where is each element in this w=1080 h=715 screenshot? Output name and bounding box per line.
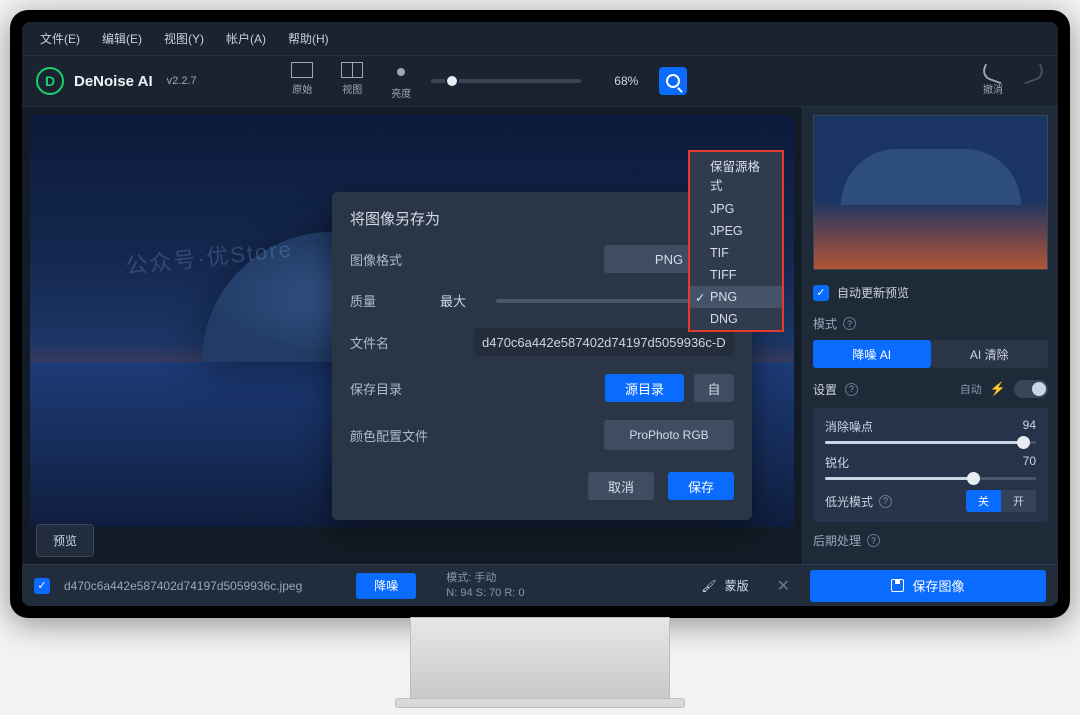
settings-section-label: 设置 bbox=[813, 381, 837, 398]
app-title: DeNoise AI bbox=[74, 73, 153, 90]
menu-file[interactable]: 文件(E) bbox=[40, 30, 80, 47]
viewmode-split[interactable]: 视图 bbox=[341, 62, 363, 100]
undo-button[interactable]: 撤消 bbox=[982, 67, 1004, 96]
preview-button[interactable]: 预览 bbox=[36, 524, 94, 557]
remove-noise-label: 消除噪点 bbox=[825, 418, 873, 435]
format-option-png[interactable]: PNG bbox=[690, 286, 782, 308]
help-icon[interactable]: ? bbox=[845, 383, 858, 396]
custom-dir-button[interactable]: 自 bbox=[694, 374, 734, 402]
sharpen-value: 70 bbox=[1023, 454, 1036, 471]
brush-icon: 🖌 bbox=[701, 579, 716, 593]
color-profile-label: 颜色配置文件 bbox=[350, 426, 440, 445]
lowlight-label: 低光模式 bbox=[825, 493, 873, 510]
save-icon bbox=[891, 579, 904, 592]
source-dir-button[interactable]: 源目录 bbox=[605, 374, 684, 402]
redo-arrow-icon bbox=[1020, 63, 1045, 84]
view-mode-group: 原始 视图 亮度 bbox=[291, 62, 411, 100]
bottom-bar: ✓ d470c6a442e587402d74197d5059936c.jpeg … bbox=[22, 564, 1058, 606]
format-option-jpg[interactable]: JPG bbox=[690, 198, 782, 220]
color-profile-dropdown[interactable]: ProPhoto RGB bbox=[604, 420, 734, 450]
redo-button[interactable] bbox=[1022, 67, 1044, 96]
mode-section-label: 模式 bbox=[813, 315, 837, 332]
queue-meta: 模式: 手动 N: 94 S: 70 R: 0 bbox=[446, 571, 524, 600]
quality-value-label: 最大 bbox=[440, 291, 488, 310]
menu-edit[interactable]: 编辑(E) bbox=[102, 30, 142, 47]
tab-ai-clear[interactable]: AI 清除 bbox=[931, 340, 1049, 368]
viewmode-original[interactable]: 原始 bbox=[291, 62, 313, 100]
mask-button[interactable]: 🖌 蒙版 bbox=[701, 577, 748, 594]
viewmode-brightness[interactable]: 亮度 bbox=[391, 62, 411, 100]
remove-noise-knob[interactable] bbox=[1017, 436, 1030, 449]
sun-icon bbox=[391, 62, 411, 82]
help-icon[interactable]: ? bbox=[879, 495, 892, 508]
top-toolbar: D DeNoise AI v2.2.7 原始 视图 亮度 68% 撤消 bbox=[22, 55, 1058, 107]
close-queue-item-icon[interactable]: ✕ bbox=[777, 576, 790, 596]
format-label: 图像格式 bbox=[350, 250, 440, 269]
format-option-tiff[interactable]: TIFF bbox=[690, 264, 782, 286]
queue-filename: d470c6a442e587402d74197d5059936c.jpeg bbox=[64, 579, 302, 593]
zoom-percent: 68% bbox=[599, 74, 653, 88]
help-icon[interactable]: ? bbox=[843, 317, 856, 330]
split-icon bbox=[341, 62, 363, 78]
filename-label: 文件名 bbox=[350, 333, 440, 352]
lowlight-off[interactable]: 关 bbox=[966, 490, 1001, 512]
bolt-icon: ⚡ bbox=[990, 381, 1006, 397]
menu-bar: 文件(E) 编辑(E) 视图(Y) 帐户(A) 帮助(H) bbox=[22, 22, 1058, 55]
remove-noise-value: 94 bbox=[1023, 418, 1036, 435]
tab-denoise-ai[interactable]: 降噪 AI bbox=[813, 340, 931, 368]
image-canvas[interactable]: 公众号·优Store 预览 将图像另存为 图像格式 PNG 质量 最大 bbox=[22, 107, 802, 567]
app-logo-icon: D bbox=[36, 67, 64, 95]
sharpen-slider[interactable] bbox=[825, 477, 1036, 480]
cancel-button[interactable]: 取消 bbox=[588, 472, 654, 500]
app-brand: D DeNoise AI v2.2.7 bbox=[36, 67, 197, 95]
format-option-jpeg[interactable]: JPEG bbox=[690, 220, 782, 242]
format-dropdown-list[interactable]: 保留源格式JPGJPEGTIFTIFFPNGDNG bbox=[688, 150, 784, 332]
format-option-保留源格式[interactable]: 保留源格式 bbox=[690, 152, 782, 198]
auto-update-label: 自动更新预览 bbox=[837, 284, 909, 301]
menu-account[interactable]: 帐户(A) bbox=[226, 30, 266, 47]
magnifier-icon bbox=[666, 74, 680, 88]
save-button[interactable]: 保存 bbox=[668, 472, 734, 500]
format-option-tif[interactable]: TIF bbox=[690, 242, 782, 264]
process-button[interactable]: 降噪 bbox=[356, 573, 416, 599]
postprocess-section-label: 后期处理 bbox=[813, 532, 861, 549]
app-version: v2.2.7 bbox=[167, 75, 197, 87]
filename-input[interactable]: d470c6a442e587402d74197d5059936c-D bbox=[474, 328, 734, 356]
settings-sidebar: ✓ 自动更新预览 模式? 降噪 AI AI 清除 设置 ? 自动 ⚡ bbox=[802, 107, 1058, 567]
auto-label: 自动 bbox=[960, 381, 982, 397]
lowlight-segment[interactable]: 关 开 bbox=[966, 490, 1036, 512]
auto-update-checkbox[interactable]: ✓ bbox=[813, 285, 829, 301]
lowlight-on[interactable]: 开 bbox=[1001, 490, 1036, 512]
zoom-slider-knob[interactable] bbox=[445, 74, 459, 88]
auto-toggle[interactable] bbox=[1014, 380, 1048, 398]
square-icon bbox=[291, 62, 313, 78]
sliders-panel: 消除噪点 94 锐化 70 低光模式 ? 关 开 bbox=[813, 408, 1048, 522]
save-image-button[interactable]: 保存图像 bbox=[810, 570, 1046, 602]
queue-item-checkbox[interactable]: ✓ bbox=[34, 578, 50, 594]
navigator-thumbnail[interactable] bbox=[813, 115, 1048, 270]
help-icon[interactable]: ? bbox=[867, 534, 880, 547]
menu-help[interactable]: 帮助(H) bbox=[288, 30, 329, 47]
zoom-fit-button[interactable] bbox=[659, 67, 687, 95]
dialog-title: 将图像另存为 bbox=[350, 208, 734, 229]
zoom-slider[interactable] bbox=[431, 79, 581, 83]
menu-view[interactable]: 视图(Y) bbox=[164, 30, 204, 47]
remove-noise-slider[interactable] bbox=[825, 441, 1036, 444]
sharpen-knob[interactable] bbox=[967, 472, 980, 485]
sharpen-label: 锐化 bbox=[825, 454, 849, 471]
quality-label: 质量 bbox=[350, 291, 440, 310]
savedir-label: 保存目录 bbox=[350, 379, 440, 398]
format-option-dng[interactable]: DNG bbox=[690, 308, 782, 330]
